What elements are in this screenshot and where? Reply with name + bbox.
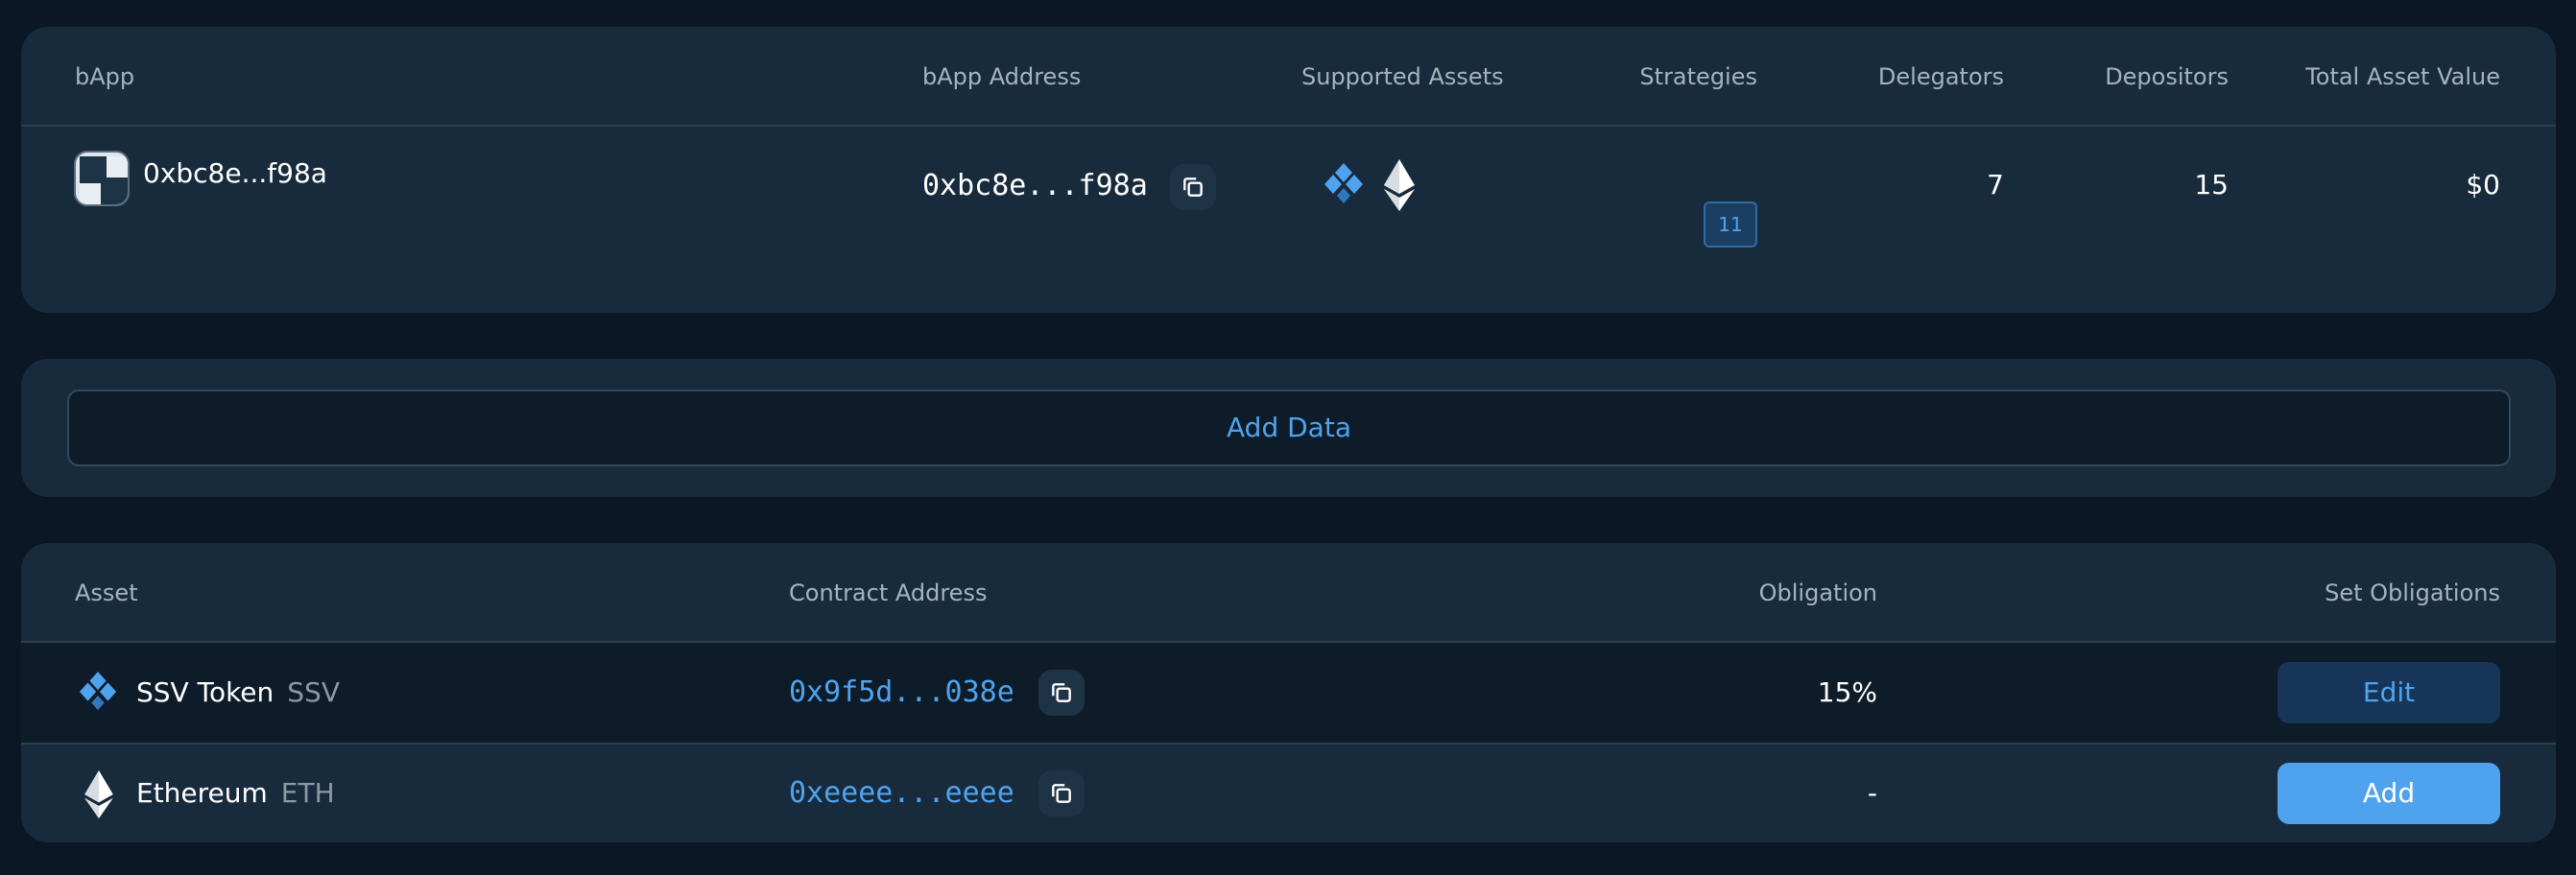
bapp-name[interactable]: 0xbc8e...f98a <box>143 157 327 189</box>
copy-contract-address-ssv-button[interactable] <box>1038 670 1085 716</box>
header-contract-address: Contract Address <box>789 579 988 606</box>
ssv-icon <box>1324 161 1364 209</box>
bapp-avatar <box>74 151 130 206</box>
asset-label-ssv: SSV Token SSV <box>136 676 340 708</box>
ethereum-icon <box>1382 159 1417 211</box>
add-data-card: Add Data <box>21 359 2556 497</box>
header-asset: Asset <box>75 579 138 606</box>
copy-bapp-address-button[interactable] <box>1170 164 1216 210</box>
header-bapp-address: bApp Address <box>922 63 1082 90</box>
header-depositors: Depositors <box>2105 63 2229 90</box>
obligation-ssv: 15% <box>1817 676 1877 708</box>
ssv-icon <box>79 670 117 716</box>
add-data-button[interactable]: Add Data <box>67 390 2511 466</box>
header-total-asset-value: Total Asset Value <box>2305 63 2500 90</box>
asset-label-eth: Ethereum ETH <box>136 777 335 809</box>
copy-icon <box>1052 683 1071 702</box>
contract-address-eth[interactable]: 0xeeee...eeee <box>789 776 1014 810</box>
bapp-row[interactable]: 0xbc8e...f98a 0xbc8e...f98a 11 7 15 $0 <box>21 129 2556 313</box>
delegators-count: 7 <box>1987 169 2004 201</box>
asset-row-eth: Ethereum ETH 0xeeee...eeee - Add <box>21 745 2556 842</box>
asset-name: Ethereum <box>136 777 268 809</box>
header-strategies: Strategies <box>1639 63 1757 90</box>
copy-icon <box>1052 784 1071 803</box>
asset-symbol: SSV <box>287 676 340 708</box>
ethereum-icon <box>83 770 115 818</box>
header-delegators: Delegators <box>1877 63 2004 90</box>
bapp-card: bApp bApp Address Supported Assets Strat… <box>21 27 2556 313</box>
total-asset-value: $0 <box>2466 169 2500 201</box>
assets-card: Asset Contract Address Obligation Set Ob… <box>21 543 2556 842</box>
assets-table-header: Asset Contract Address Obligation Set Ob… <box>21 543 2556 643</box>
depositors-count: 15 <box>2194 169 2229 201</box>
copy-contract-address-eth-button[interactable] <box>1038 770 1085 816</box>
bapp-address: 0xbc8e...f98a <box>922 169 1148 202</box>
asset-row-ssv: SSV Token SSV 0x9f5d...038e 15% Edit <box>21 643 2556 743</box>
header-obligation: Obligation <box>1758 579 1877 606</box>
obligation-eth: - <box>1867 777 1877 809</box>
edit-obligation-button[interactable]: Edit <box>2278 662 2500 723</box>
strategies-badge[interactable]: 11 <box>1704 201 1757 248</box>
header-set-obligations: Set Obligations <box>2325 579 2500 606</box>
add-obligation-button[interactable]: Add <box>2278 763 2500 824</box>
bapp-table-header: bApp bApp Address Supported Assets Strat… <box>21 27 2556 127</box>
contract-address-ssv[interactable]: 0x9f5d...038e <box>789 675 1014 709</box>
asset-symbol: ETH <box>280 777 335 809</box>
header-bapp: bApp <box>75 63 135 90</box>
copy-icon <box>1183 177 1203 197</box>
asset-name: SSV Token <box>136 676 274 708</box>
header-supported-assets: Supported Assets <box>1301 63 1504 90</box>
